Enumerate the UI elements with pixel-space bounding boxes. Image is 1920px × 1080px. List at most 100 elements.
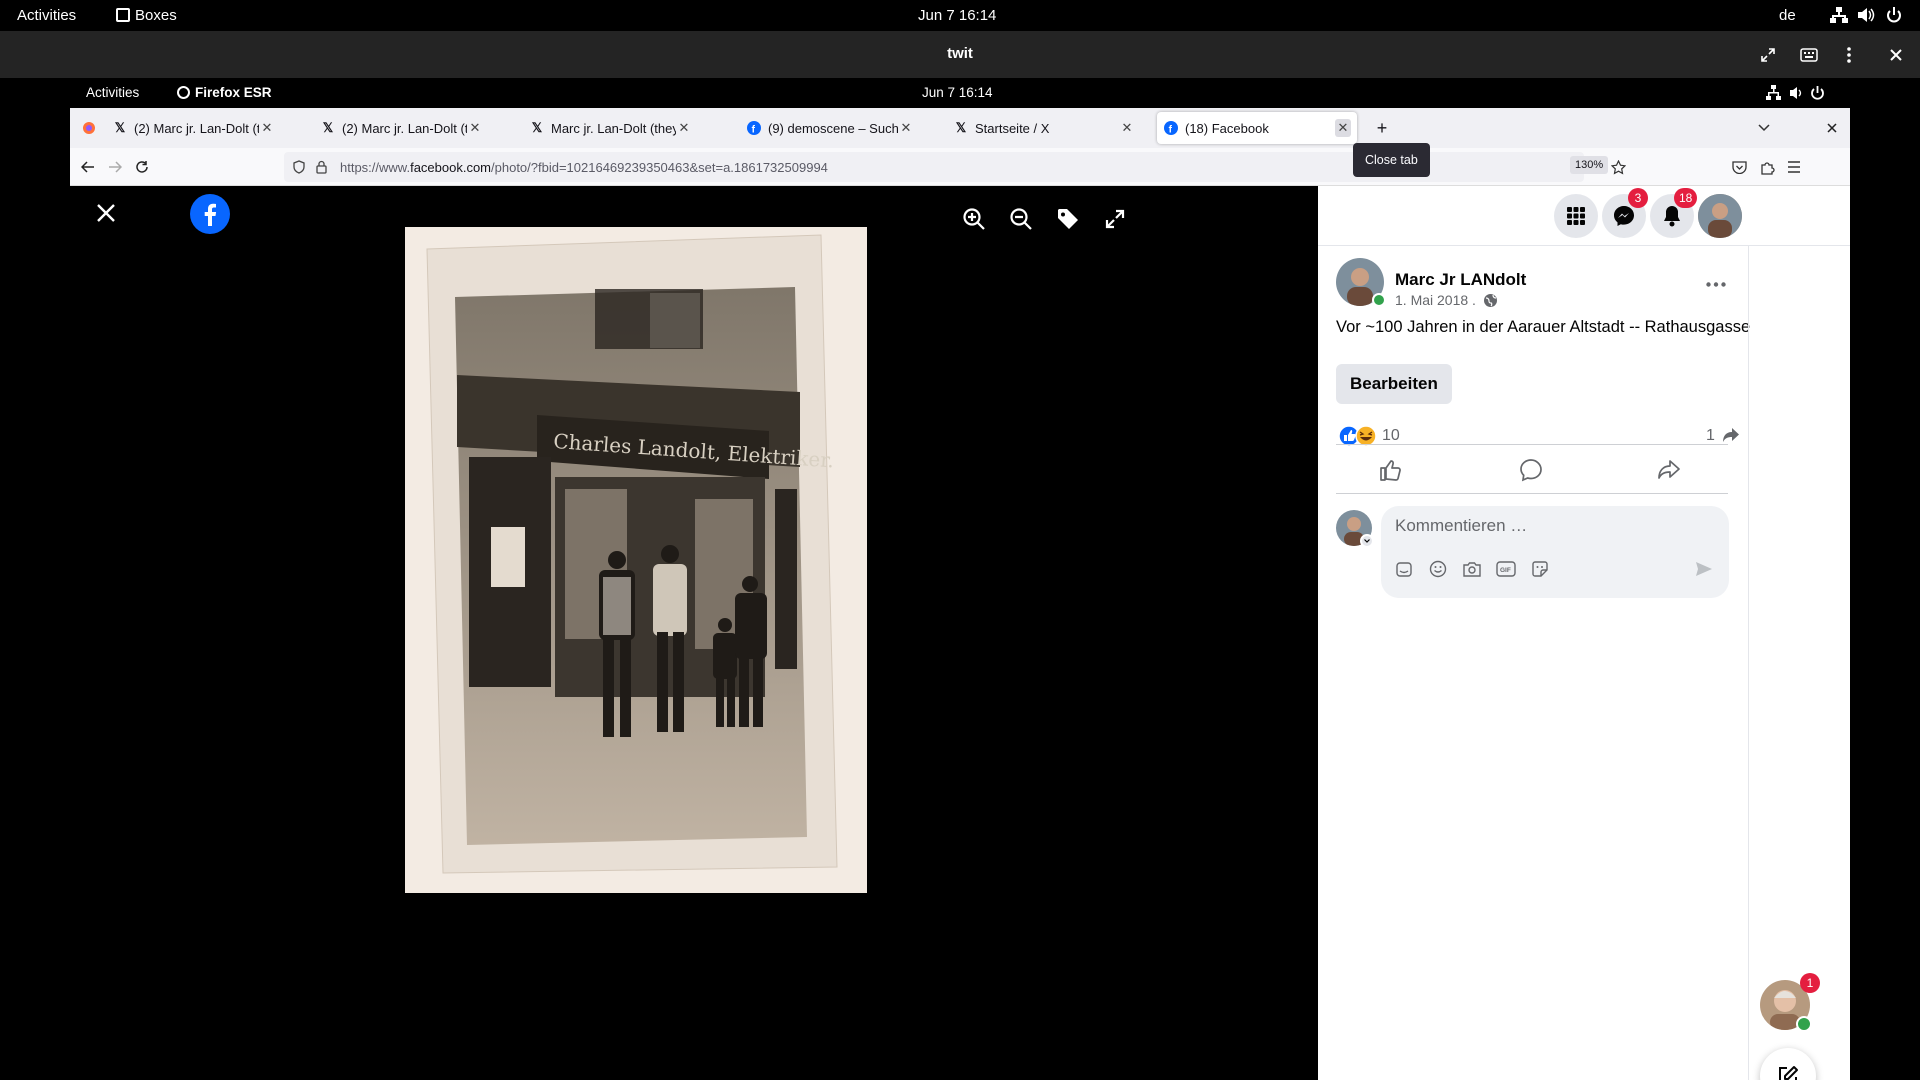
fullscreen-button[interactable] — [1752, 39, 1784, 71]
forward-button[interactable] — [103, 155, 127, 179]
app-menu-button[interactable] — [1782, 155, 1806, 179]
chat-head-badge: 1 — [1800, 973, 1820, 993]
tab-2[interactable]: 𝕏 Marc jr. Lan-Dolt (they/them) ✕ — [529, 112, 692, 144]
emoji-button[interactable] — [1427, 558, 1449, 580]
tab-label: Startseite / X — [975, 120, 1050, 136]
volume-icon — [1790, 87, 1802, 99]
menu-button[interactable] — [1554, 194, 1598, 238]
tab-close-button[interactable]: ✕ — [1335, 119, 1351, 137]
notifications-button[interactable]: 18 — [1650, 188, 1698, 238]
messenger-button[interactable]: 3 — [1602, 188, 1648, 238]
host-activities-button[interactable]: Activities — [17, 7, 76, 24]
avatar-sticker-icon — [1396, 562, 1412, 577]
guest-top-bar: Activities Firefox ESR Jun 7 16:14 — [70, 78, 1850, 108]
host-system-menu[interactable] — [1830, 6, 1910, 28]
tab-0[interactable]: 𝕏 (2) Marc jr. Lan-Dolt (they/them) ✕ — [112, 112, 275, 144]
shield-icon[interactable] — [293, 160, 305, 174]
firefox-app-label: Firefox ESR — [195, 85, 272, 100]
compose-icon — [1779, 1066, 1798, 1080]
zoom-level-badge[interactable]: 130% — [1570, 156, 1609, 174]
gif-button[interactable]: GIF — [1495, 558, 1517, 580]
bookmark-star-button[interactable] — [1606, 155, 1630, 179]
list-all-tabs-button[interactable] — [1752, 112, 1776, 144]
commenter-switch-button[interactable] — [1360, 534, 1374, 548]
tab-close-button[interactable]: ✕ — [1119, 120, 1135, 136]
facebook-logo-button[interactable] — [190, 194, 230, 234]
facebook-icon: f — [746, 120, 762, 136]
avatar-sticker-button[interactable] — [1393, 558, 1415, 580]
post-action-bar — [1336, 444, 1728, 494]
like-button[interactable] — [1376, 457, 1406, 483]
url-text: https://www.facebook.com/photo/?fbid=102… — [340, 160, 828, 175]
post-author-name[interactable]: Marc Jr LANdolt — [1395, 270, 1526, 290]
tab-close-button[interactable]: ✕ — [898, 120, 914, 136]
kebab-menu-icon — [1847, 47, 1851, 63]
tab-5-active[interactable]: f (18) Facebook ✕ — [1157, 112, 1357, 144]
chevron-down-icon — [1364, 539, 1370, 543]
photo-upload-button[interactable] — [1461, 558, 1483, 580]
boxes-menu-button[interactable] — [1833, 39, 1865, 71]
zoom-in-button[interactable] — [956, 201, 992, 237]
fullscreen-photo-button[interactable] — [1097, 201, 1133, 237]
sticker-icon — [1532, 561, 1548, 577]
keyboard-layout-indicator[interactable]: de — [1779, 7, 1796, 24]
tab-4[interactable]: 𝕏 Startseite / X ✕ — [953, 112, 1135, 144]
account-button[interactable] — [1698, 194, 1742, 238]
x-logo-icon: 𝕏 — [531, 120, 543, 135]
extensions-button[interactable] — [1755, 155, 1779, 179]
post-photo[interactable]: Charles Landolt, Elektriker. — [405, 227, 867, 893]
chevron-down-icon — [1758, 124, 1770, 132]
tab-close-button[interactable]: ✕ — [259, 120, 275, 136]
more-options-icon — [1706, 281, 1726, 287]
boxes-close-button[interactable] — [1880, 39, 1912, 71]
lock-icon[interactable] — [316, 160, 327, 174]
tab-3[interactable]: f (9) demoscene – Suchergebnisse ✕ — [746, 112, 914, 144]
comment-placeholder[interactable]: Kommentieren … — [1395, 516, 1527, 536]
guest-clock[interactable]: Jun 7 16:14 — [922, 85, 993, 100]
reload-button[interactable] — [130, 155, 154, 179]
navigation-toolbar: https://www.facebook.com/photo/?fbid=102… — [70, 148, 1850, 186]
pocket-button[interactable] — [1727, 155, 1751, 179]
share-button[interactable] — [1654, 457, 1684, 483]
new-tab-button[interactable]: + — [1370, 112, 1394, 144]
keyboard-button[interactable] — [1793, 39, 1825, 71]
host-clock[interactable]: Jun 7 16:14 — [918, 7, 996, 24]
comment-composer[interactable]: Kommentieren … GIF — [1381, 506, 1729, 598]
send-comment-button[interactable] — [1693, 558, 1715, 580]
notifications-badge: 18 — [1674, 188, 1698, 208]
tab-close-button[interactable]: ✕ — [676, 120, 692, 136]
plus-icon: + — [1376, 117, 1388, 138]
send-icon — [1696, 562, 1712, 576]
new-message-button[interactable] — [1760, 1048, 1816, 1080]
share-count[interactable]: 1 — [1706, 427, 1740, 445]
zoom-out-button[interactable] — [1003, 201, 1039, 237]
facebook-header-actions: 3 18 — [1318, 186, 1850, 246]
back-button[interactable] — [76, 155, 100, 179]
url-domain: facebook.com — [410, 160, 492, 175]
post-side-panel: 3 18 Marc Jr LANdolt 1. Mai 2018 . Vor ~… — [1318, 186, 1850, 1080]
tab-1[interactable]: 𝕏 (2) Marc jr. Lan-Dolt (they/them) ✕ — [320, 112, 483, 144]
sticker-button[interactable] — [1529, 558, 1551, 580]
post-options-button[interactable] — [1698, 272, 1734, 296]
close-icon — [97, 204, 115, 222]
share-arrow-icon — [1723, 428, 1740, 442]
guest-activities-button[interactable]: Activities — [86, 85, 139, 100]
firefox-app-menu[interactable]: Firefox ESR — [177, 85, 272, 100]
post-date[interactable]: 1. Mai 2018 . — [1395, 292, 1498, 308]
firefox-view-button[interactable] — [74, 112, 104, 144]
fullscreen-icon — [1761, 48, 1775, 62]
boxes-app-menu[interactable]: Boxes — [116, 7, 177, 24]
network-icon — [1830, 7, 1848, 23]
zoom-out-icon — [1010, 208, 1032, 230]
tag-photo-button[interactable] — [1050, 201, 1086, 237]
guest-system-menu[interactable] — [1766, 85, 1836, 104]
firefox-view-icon — [83, 122, 95, 134]
close-viewer-button[interactable] — [88, 195, 124, 231]
reaction-count[interactable]: 10 — [1382, 427, 1400, 445]
volume-icon — [1858, 8, 1875, 22]
chat-online-dot — [1796, 1016, 1812, 1032]
edit-post-button[interactable]: Bearbeiten — [1336, 364, 1452, 404]
tab-close-button[interactable]: ✕ — [467, 120, 483, 136]
comment-button[interactable] — [1516, 457, 1546, 483]
window-close-button[interactable] — [1822, 112, 1842, 144]
